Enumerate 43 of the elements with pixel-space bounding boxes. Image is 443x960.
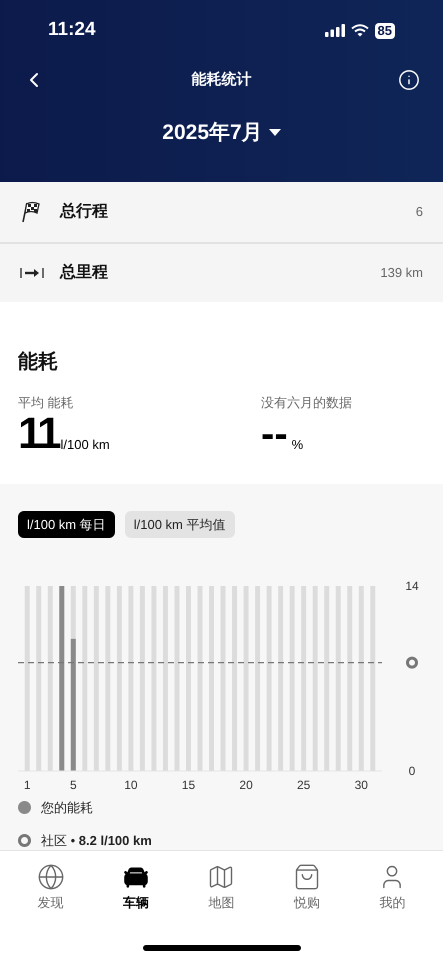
axis-label: 10: [124, 778, 138, 792]
month-selector[interactable]: 2025年7月: [162, 117, 281, 148]
battery-indicator: 85: [374, 22, 395, 38]
summary-label: 总行程: [60, 202, 108, 222]
globe-icon: [36, 863, 65, 892]
axis-label: 5: [70, 778, 77, 792]
comparison-value: --: [261, 412, 288, 456]
tab-bar-item[interactable]: 悦购: [276, 863, 337, 913]
info-icon: [398, 69, 420, 91]
tab-bar-item[interactable]: 车辆: [106, 863, 166, 913]
axis-label: 15: [182, 778, 196, 792]
axis-label: 30: [354, 778, 368, 792]
tab-bar-item[interactable]: 发现: [20, 863, 81, 913]
wifi-icon: [350, 24, 369, 37]
axis-label: 14: [405, 579, 419, 594]
axis-label: 20: [239, 778, 253, 792]
comparison-unit: %: [292, 436, 304, 454]
legend-label: 社区 • 8.2 l/100 km: [41, 832, 152, 850]
signal-icon: [324, 24, 345, 37]
page-title: 能耗统计: [192, 70, 252, 90]
average-unit: l/100 km: [60, 436, 110, 454]
summary-value: 139 km: [380, 264, 423, 282]
average-value: 11: [18, 412, 59, 456]
chart-tab[interactable]: l/100 km 每日: [18, 511, 115, 538]
comparison-label: 没有六月的数据: [261, 394, 352, 412]
legend-ring-icon: [18, 834, 31, 847]
tab-bar-item[interactable]: 我的: [362, 863, 422, 913]
status-time: 11:24: [48, 18, 96, 42]
info-button[interactable]: [397, 68, 421, 92]
tab-bar-item[interactable]: 地图: [191, 863, 252, 913]
distance-arrow-icon: [20, 266, 44, 280]
community-marker-icon: [406, 656, 418, 669]
axis-label: 25: [297, 778, 310, 792]
chart-tab[interactable]: l/100 km 平均值: [124, 511, 234, 538]
summary-label: 总里程: [60, 262, 108, 283]
section-title: 能耗: [18, 350, 59, 375]
checkered-flag-icon: [20, 200, 42, 224]
summary-value: 6: [416, 202, 423, 221]
average-label: 平均 能耗: [18, 394, 75, 412]
axis-label: 0: [408, 764, 416, 778]
axis-label: 1: [24, 778, 31, 792]
legend-label: 您的能耗: [41, 799, 93, 818]
caret-icon: [268, 128, 281, 137]
